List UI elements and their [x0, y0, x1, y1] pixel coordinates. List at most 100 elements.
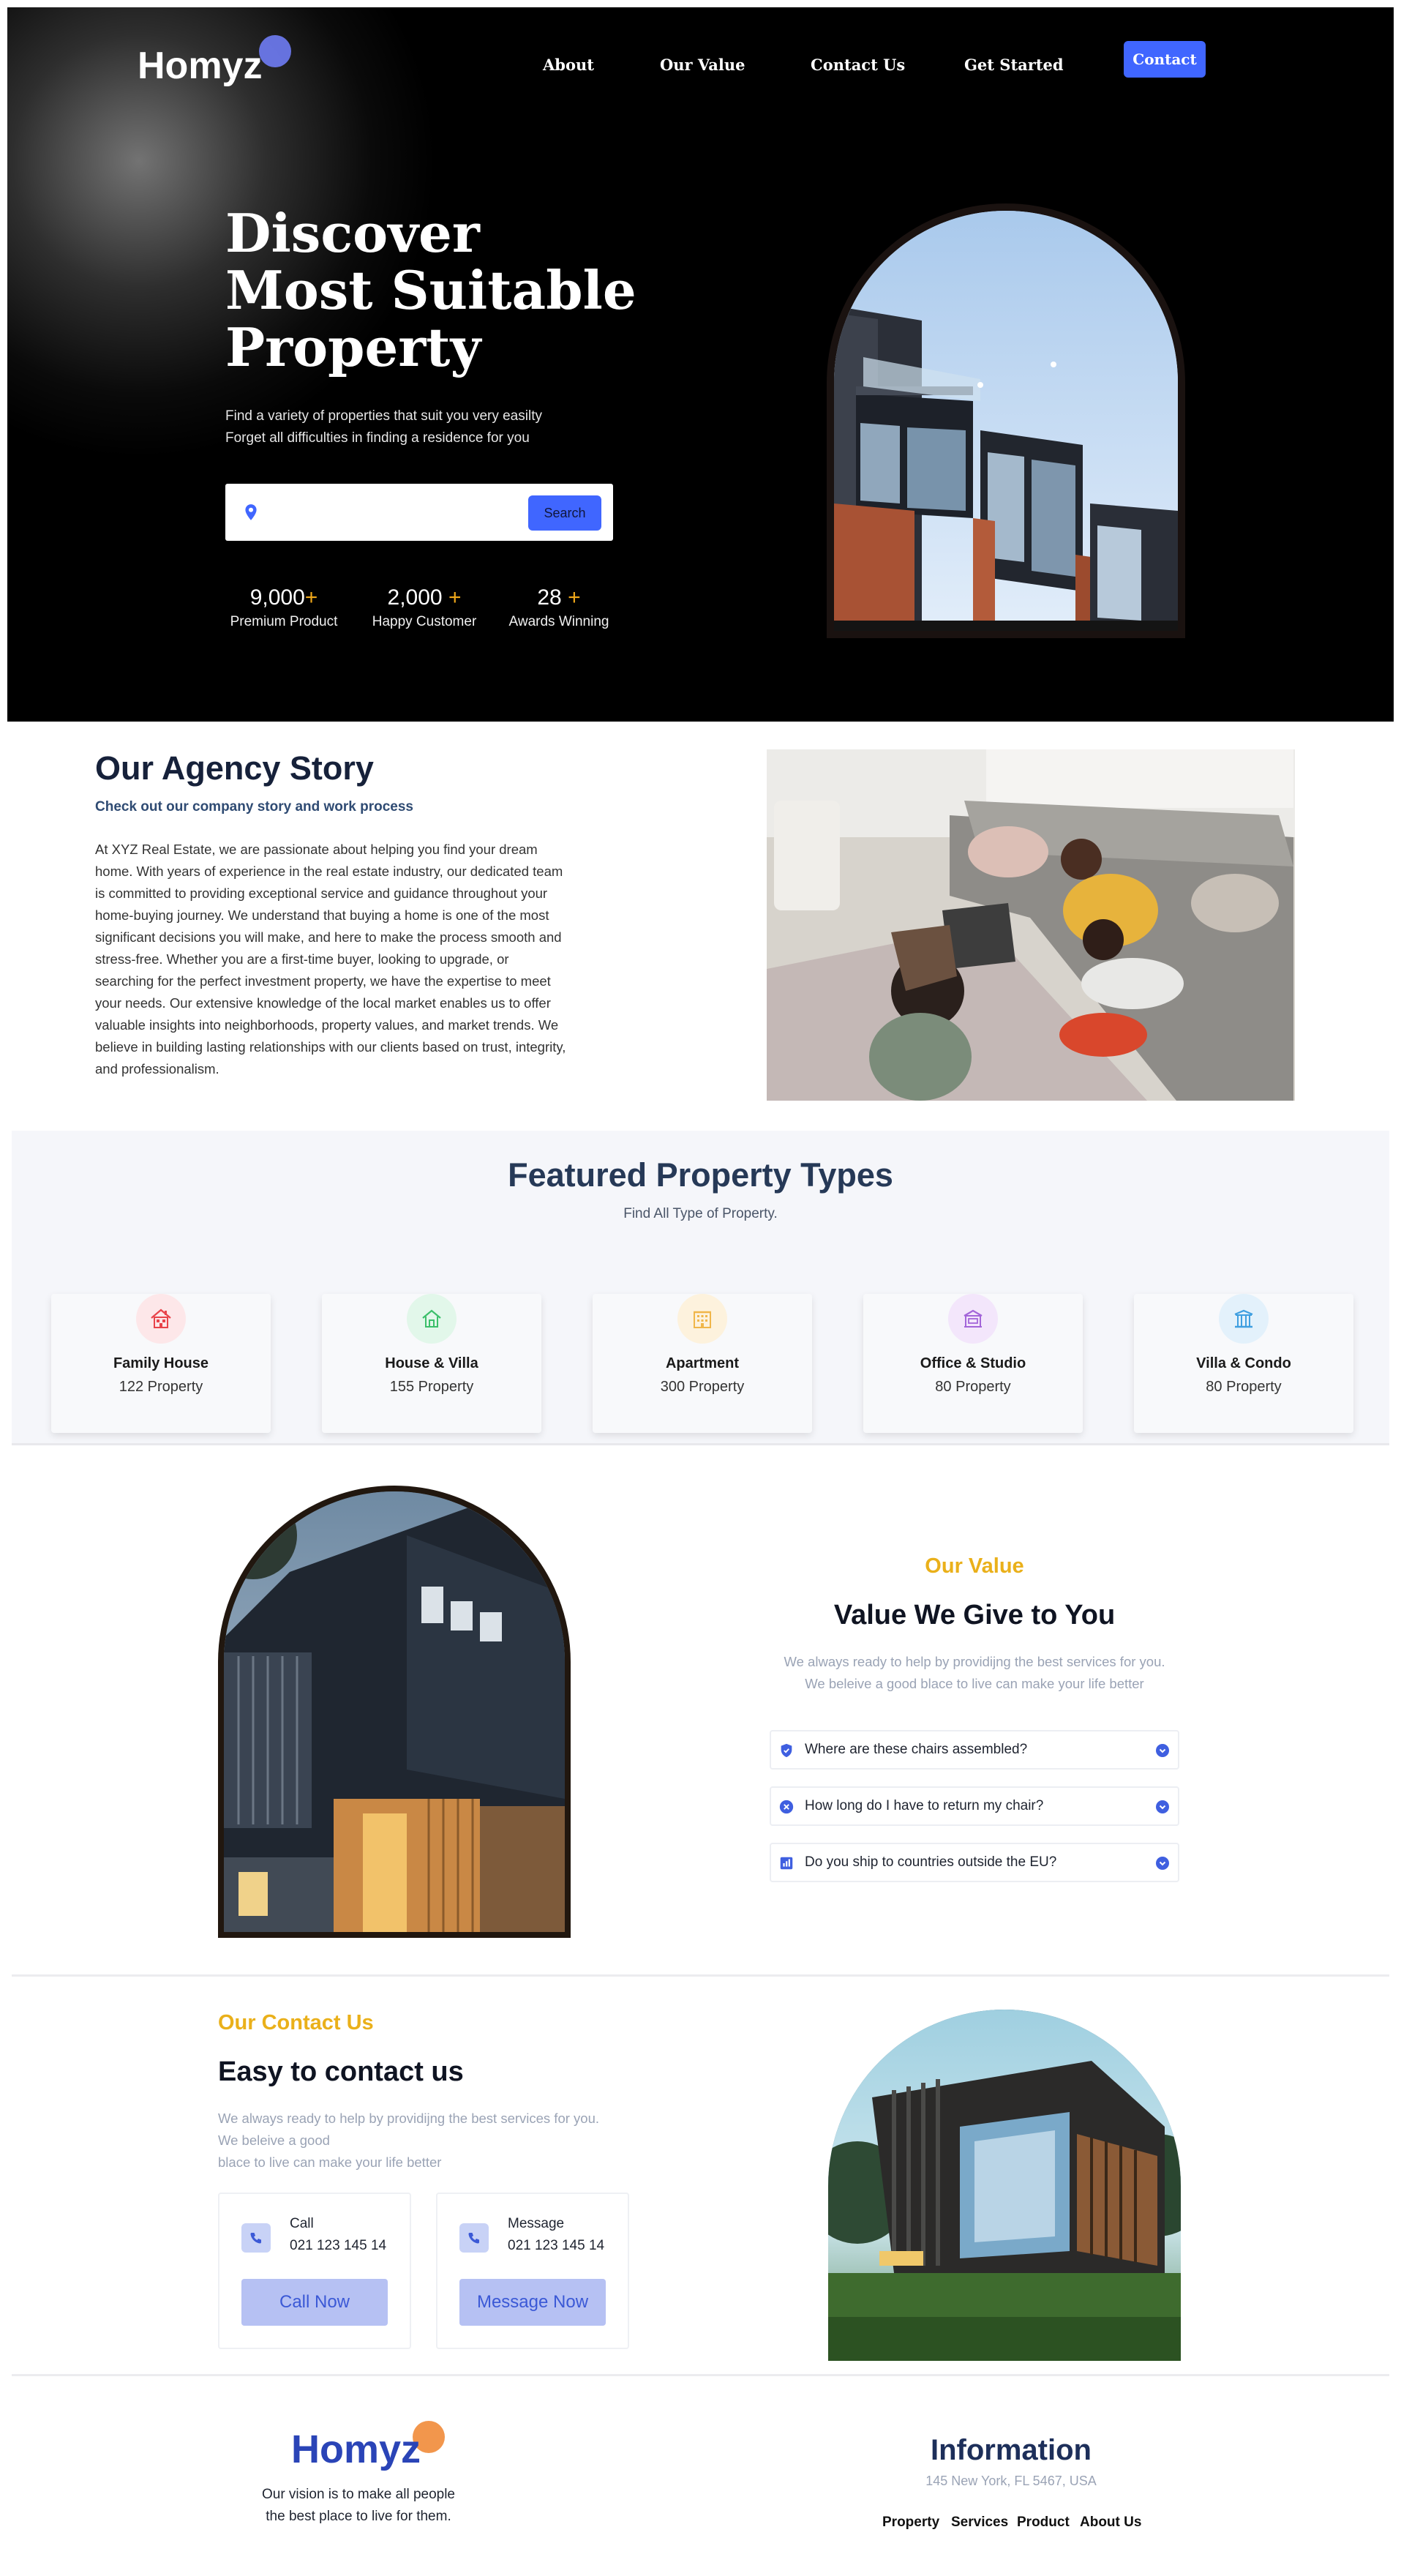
story-title: Our Agency Story — [95, 749, 374, 787]
footer-link-services[interactable]: Services — [951, 2515, 1008, 2531]
contact-description-line: blace to live can make your life better — [218, 2154, 442, 2170]
location-pin-icon — [245, 504, 257, 520]
hero-title-line: Property — [225, 316, 481, 378]
footer-vision: Our vision is to make all people the bes… — [241, 2484, 476, 2528]
stat-plus: + — [304, 585, 318, 610]
hero-subtitle: Find a variety of properties that suit y… — [225, 405, 635, 449]
footer-info-title: Information — [931, 2434, 1092, 2466]
story-body: At XYZ Real Estate, we are passionate ab… — [95, 842, 566, 1077]
stat-awards-winning: 28 + Awards Winning — [502, 584, 616, 632]
icon-circle — [407, 1294, 457, 1344]
logo-text: Homyz — [138, 45, 263, 87]
footer-logo[interactable]: Homyz — [291, 2427, 421, 2472]
hero-subtitle-line: Find a variety of properties that suit y… — [225, 408, 542, 424]
stat-number-row: 2,000 + — [366, 584, 483, 612]
featured-subtitle: Find All Type of Property. — [623, 1206, 778, 1221]
contact-card-label: Call — [290, 2216, 314, 2231]
logo-dot-decoration — [259, 35, 291, 67]
section-divider — [12, 1974, 1389, 1977]
value-description: We always ready to help by providijng th… — [755, 1651, 1194, 1695]
property-type-card-office-studio[interactable]: Office & Studio 80 Property — [863, 1294, 1083, 1433]
stat-number: 28 — [537, 585, 562, 610]
analytics-icon — [780, 1857, 793, 1870]
office-icon — [964, 1309, 983, 1328]
call-now-button[interactable]: Call Now — [241, 2279, 388, 2326]
contact-card-number: 021 123 145 14 — [290, 2238, 387, 2253]
section-divider — [12, 2374, 1389, 2376]
property-type-count: 155 Property — [389, 1379, 474, 1395]
family-living-room-photo — [767, 749, 1295, 1101]
hero-title-line: Discover — [225, 202, 480, 264]
stat-happy-customer: 2,000 + Happy Customer — [366, 584, 483, 632]
footer-vision-line: Our vision is to make all people — [261, 2487, 455, 2502]
stat-number: 9,000 — [249, 585, 305, 610]
contact-eyebrow: Our Contact Us — [218, 2011, 374, 2034]
property-type-card-villa-condo[interactable]: Villa & Condo 80 Property — [1134, 1294, 1353, 1433]
footer-link-product[interactable]: Product — [1017, 2515, 1070, 2531]
contact-card-label: Message — [508, 2216, 565, 2231]
stat-number-row: 9,000+ — [225, 584, 342, 612]
stat-number-row: 28 + — [502, 584, 616, 612]
phone-icon — [250, 2233, 261, 2244]
footer-address: 145 New York, FL 5467, USA — [925, 2474, 1097, 2488]
stat-plus: + — [568, 585, 581, 610]
stat-premium-product: 9,000+ Premium Product — [225, 584, 342, 632]
contact-description: We always ready to help by providijng th… — [218, 2108, 657, 2174]
icon-circle — [1219, 1294, 1269, 1344]
property-type-card-family-house[interactable]: Family House 122 Property — [51, 1294, 271, 1433]
icon-circle — [136, 1294, 186, 1344]
chevron-down-icon[interactable] — [1156, 1857, 1169, 1870]
value-description-line: We beleive a good blace to live can make… — [805, 1676, 1144, 1691]
footer-link-property[interactable]: Property — [882, 2515, 939, 2531]
value-title: Value We Give to You — [833, 1600, 1116, 1630]
house-icon — [422, 1309, 441, 1328]
featured-title: Featured Property Types — [508, 1156, 893, 1194]
nav-link-about[interactable]: About — [543, 56, 594, 74]
property-type-count: 300 Property — [660, 1379, 745, 1395]
story-subtitle: Check out our company story and work pro… — [95, 799, 413, 815]
property-type-card-apartment[interactable]: Apartment 300 Property — [593, 1294, 812, 1433]
chevron-down-icon[interactable] — [1156, 1744, 1169, 1757]
family-photo-illustration — [767, 749, 1295, 1101]
message-now-button[interactable]: Message Now — [459, 2279, 606, 2326]
property-type-count: 80 Property — [1206, 1379, 1282, 1395]
hero-subtitle-line: Forget all difficulties in finding a res… — [225, 430, 530, 446]
property-type-count: 122 Property — [119, 1379, 203, 1395]
faq-question: Do you ship to countries outside the EU? — [805, 1854, 1057, 1870]
property-type-name: Office & Studio — [920, 1355, 1026, 1371]
stat-label: Happy Customer — [372, 614, 477, 629]
nav-contact-button[interactable]: Contact — [1124, 41, 1206, 78]
contact-house-image — [828, 2010, 1181, 2361]
modern-apartment-illustration — [834, 211, 1178, 631]
search-input[interactable] — [271, 494, 519, 531]
nav-link-contact-us[interactable]: Contact Us — [811, 56, 905, 74]
hero-building-image — [827, 203, 1185, 638]
stat-number: 2,000 — [387, 585, 443, 610]
nav-link-our-value[interactable]: Our Value — [660, 56, 745, 74]
close-circle-icon — [779, 1800, 794, 1814]
stat-label: Premium Product — [230, 614, 338, 629]
contact-card-number: 021 123 145 14 — [508, 2238, 605, 2253]
hero-section: Homyz About Our Value Contact Us Get Sta… — [7, 7, 1394, 722]
nav-link-get-started[interactable]: Get Started — [964, 56, 1064, 74]
footer-link-about-us[interactable]: About Us — [1080, 2515, 1141, 2531]
value-eyebrow: Our Value — [925, 1554, 1024, 1578]
chevron-down-icon[interactable] — [1156, 1800, 1169, 1813]
contact-card-message: Message 021 123 145 14 Message Now — [436, 2193, 629, 2349]
property-type-name: House & Villa — [385, 1355, 478, 1371]
contact-card-call: Call 021 123 145 14 Call Now — [218, 2193, 411, 2349]
faq-item[interactable]: Do you ship to countries outside the EU? — [770, 1843, 1179, 1882]
property-type-card-house-villa[interactable]: House & Villa 155 Property — [322, 1294, 541, 1433]
faq-question: Where are these chairs assembled? — [805, 1742, 1028, 1757]
footer-vision-line: the best place to live for them. — [266, 2509, 451, 2524]
search-bar: Search — [225, 484, 613, 541]
faq-item[interactable]: Where are these chairs assembled? — [770, 1730, 1179, 1770]
icon-badge — [241, 2223, 271, 2253]
stat-label: Awards Winning — [508, 614, 609, 629]
property-type-name: Apartment — [665, 1355, 739, 1371]
value-description-line: We always ready to help by providijng th… — [784, 1654, 1165, 1669]
icon-badge — [459, 2223, 489, 2253]
hero-title-line: Most Suitable — [225, 259, 636, 321]
faq-item[interactable]: How long do I have to return my chair? — [770, 1786, 1179, 1826]
search-button[interactable]: Search — [528, 495, 601, 531]
